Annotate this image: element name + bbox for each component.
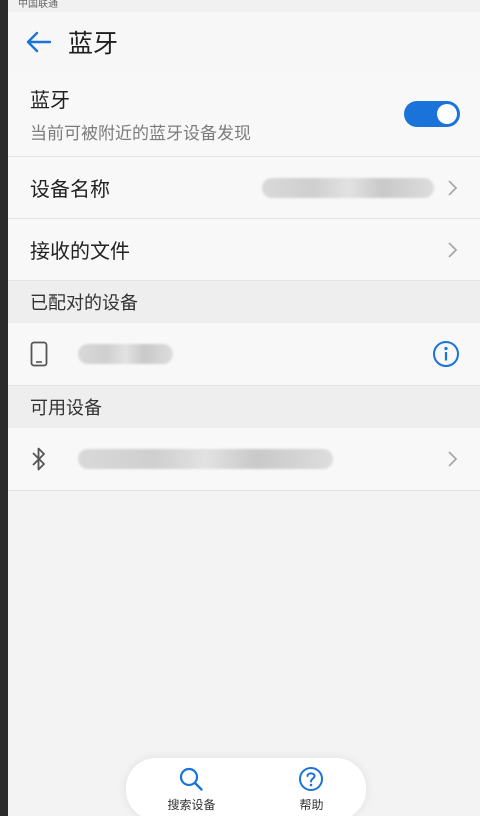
- bluetooth-settings-screen: 中国联通 蓝牙 蓝牙 当前可被附近的蓝牙设备发现 设备名称 接收的文件 已配对的…: [8, 0, 480, 816]
- search-icon: [180, 767, 204, 791]
- info-icon[interactable]: [432, 340, 460, 368]
- chevron-right-icon: [448, 451, 458, 467]
- help-button[interactable]: 帮助: [298, 766, 324, 813]
- bottom-action-bar: 搜索设备 帮助: [126, 758, 366, 816]
- available-devices-list: [8, 428, 480, 491]
- bluetooth-label: 蓝牙: [30, 88, 70, 112]
- chevron-right-icon: [448, 179, 458, 196]
- bluetooth-switch[interactable]: [404, 101, 460, 127]
- page-title: 蓝牙: [68, 29, 119, 58]
- bluetooth-toggle-row[interactable]: 蓝牙 当前可被附近的蓝牙设备发现: [8, 72, 480, 157]
- available-device-name-redacted: [78, 449, 333, 469]
- chevron-right-icon: [448, 241, 458, 258]
- help-icon: [299, 766, 324, 791]
- switch-knob: [437, 104, 457, 124]
- available-device-row[interactable]: [8, 428, 480, 491]
- received-files-row[interactable]: 接收的文件: [8, 219, 480, 281]
- paired-device-name-redacted: [78, 344, 173, 364]
- app-bar: 蓝牙: [8, 12, 480, 72]
- paired-devices-list: [8, 323, 480, 386]
- search-devices-label: 搜索设备: [167, 797, 216, 812]
- bluetooth-icon: [32, 447, 45, 471]
- device-name-label: 设备名称: [30, 177, 110, 201]
- device-name-value-redacted: [262, 177, 434, 198]
- back-arrow-icon: [26, 31, 52, 53]
- help-label: 帮助: [299, 797, 324, 812]
- paired-device-row[interactable]: [8, 323, 480, 386]
- settings-list: 蓝牙 当前可被附近的蓝牙设备发现 设备名称 接收的文件: [8, 72, 480, 281]
- paired-section-title: 已配对的设备: [30, 293, 138, 314]
- available-section-title: 可用设备: [30, 398, 102, 419]
- bluetooth-subtitle: 当前可被附近的蓝牙设备发现: [30, 124, 251, 144]
- phone-icon: [30, 341, 48, 367]
- status-bar: 中国联通: [8, 0, 480, 12]
- back-button[interactable]: [8, 12, 68, 72]
- paired-devices-header: 已配对的设备: [8, 281, 480, 323]
- search-devices-button[interactable]: 搜索设备: [167, 766, 216, 813]
- device-name-row[interactable]: 设备名称: [8, 157, 480, 219]
- carrier-text: 中国联通: [18, 0, 58, 10]
- available-devices-header: 可用设备: [8, 386, 480, 428]
- received-files-label: 接收的文件: [30, 239, 130, 263]
